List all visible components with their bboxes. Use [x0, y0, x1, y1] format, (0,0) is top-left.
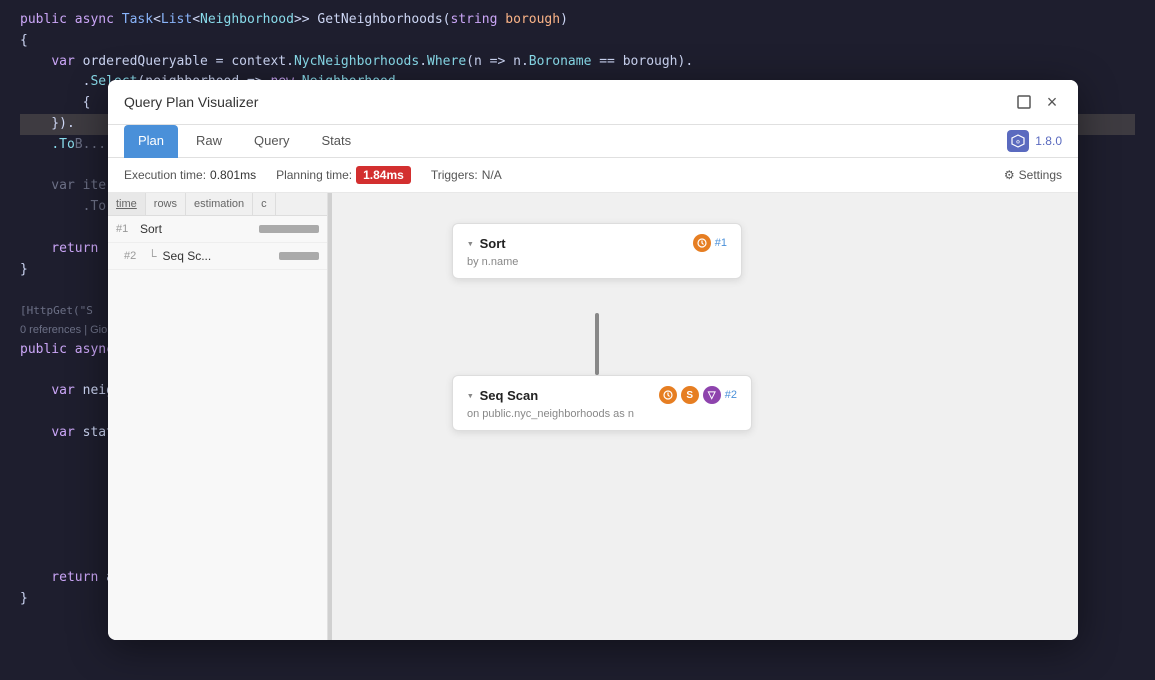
- th-time[interactable]: time: [108, 193, 146, 215]
- modal-header: Query Plan Visualizer ×: [108, 80, 1078, 125]
- sort-node-header: ▾ Sort #1: [467, 234, 727, 252]
- modal-controls: ×: [1014, 92, 1062, 112]
- table-header: time rows estimation c: [108, 193, 327, 216]
- triggers-value: N/A: [482, 168, 502, 182]
- content-area: time rows estimation c #1 Sort #2 └ Seq …: [108, 193, 1078, 640]
- settings-button[interactable]: ⚙ Settings: [1004, 168, 1062, 182]
- seqscan-clock-icon: [659, 386, 677, 404]
- svg-text:⚙: ⚙: [1016, 140, 1021, 146]
- seqscan-badge-num: #2: [725, 389, 737, 401]
- version-badge: ⚙ 1.8.0: [1007, 130, 1062, 152]
- th-estimation[interactable]: estimation: [186, 193, 253, 215]
- modal-title: Query Plan Visualizer: [124, 94, 258, 110]
- planning-label: Planning time:: [276, 168, 352, 182]
- sort-node-sub: by n.name: [467, 256, 727, 268]
- execution-label: Execution time:: [124, 168, 206, 182]
- tab-stats[interactable]: Stats: [307, 125, 365, 158]
- sort-node[interactable]: ▾ Sort #1 by n.name: [452, 223, 742, 279]
- seqscan-filter-icon: ▽: [703, 386, 721, 404]
- execution-value: 0.801ms: [210, 168, 256, 182]
- execution-time: Execution time: 0.801ms: [124, 168, 256, 182]
- tabs-list: Plan Raw Query Stats: [124, 125, 365, 157]
- tabs-bar: Plan Raw Query Stats ⚙ 1.8.0: [108, 125, 1078, 158]
- th-c[interactable]: c: [253, 193, 276, 215]
- row-bar-sort: [259, 225, 319, 233]
- sort-node-badges: #1: [693, 234, 727, 252]
- row-bar-seqscan: [279, 252, 319, 260]
- seqscan-node[interactable]: ▾ Seq Scan S ▽ #2: [452, 375, 752, 431]
- close-button[interactable]: ×: [1042, 92, 1062, 112]
- row-num-1: #1: [116, 223, 136, 235]
- planning-time: Planning time: 1.84ms: [276, 166, 411, 184]
- version-label: 1.8.0: [1035, 134, 1062, 148]
- connector-line: [595, 313, 599, 375]
- row-label-sort: Sort: [140, 222, 255, 236]
- triggers-label: Triggers:: [431, 168, 478, 182]
- plan-row-sort[interactable]: #1 Sort: [108, 216, 327, 243]
- triggers: Triggers: N/A: [431, 168, 502, 182]
- plan-row-seqscan[interactable]: #2 └ Seq Sc...: [108, 243, 327, 270]
- seqscan-chevron-icon: ▾: [467, 389, 474, 402]
- sort-node-name: Sort: [480, 236, 506, 251]
- seqscan-node-name: Seq Scan: [480, 388, 539, 403]
- version-icon: ⚙: [1007, 130, 1029, 152]
- tab-raw[interactable]: Raw: [182, 125, 236, 158]
- sort-clock-icon: [693, 234, 711, 252]
- seqscan-node-header: ▾ Seq Scan S ▽ #2: [467, 386, 737, 404]
- query-plan-modal: Query Plan Visualizer × Plan Raw Query S…: [108, 80, 1078, 640]
- maximize-button[interactable]: [1014, 92, 1034, 112]
- tree-branch-icon: └: [148, 249, 157, 263]
- seqscan-node-sub: on public.nyc_neighborhoods as n: [467, 408, 737, 420]
- seqscan-s-icon: S: [681, 386, 699, 404]
- sort-badge-num: #1: [715, 237, 727, 249]
- seqscan-node-title: ▾ Seq Scan: [467, 388, 538, 403]
- settings-label: Settings: [1019, 168, 1062, 182]
- info-bar: Execution time: 0.801ms Planning time: 1…: [108, 158, 1078, 193]
- th-rows[interactable]: rows: [146, 193, 186, 215]
- left-panel: time rows estimation c #1 Sort #2 └ Seq …: [108, 193, 328, 640]
- sort-node-title: ▾ Sort: [467, 236, 506, 251]
- row-label-seqscan: Seq Sc...: [163, 249, 275, 263]
- tab-query[interactable]: Query: [240, 125, 303, 158]
- planning-value: 1.84ms: [356, 166, 411, 184]
- gear-icon: ⚙: [1004, 168, 1015, 182]
- tab-plan[interactable]: Plan: [124, 125, 178, 158]
- row-num-2: #2: [124, 250, 144, 262]
- sort-chevron-icon: ▾: [467, 237, 474, 250]
- diagram-panel: ▾ Sort #1 by n.name: [332, 193, 1078, 640]
- seqscan-node-badges: S ▽ #2: [659, 386, 737, 404]
